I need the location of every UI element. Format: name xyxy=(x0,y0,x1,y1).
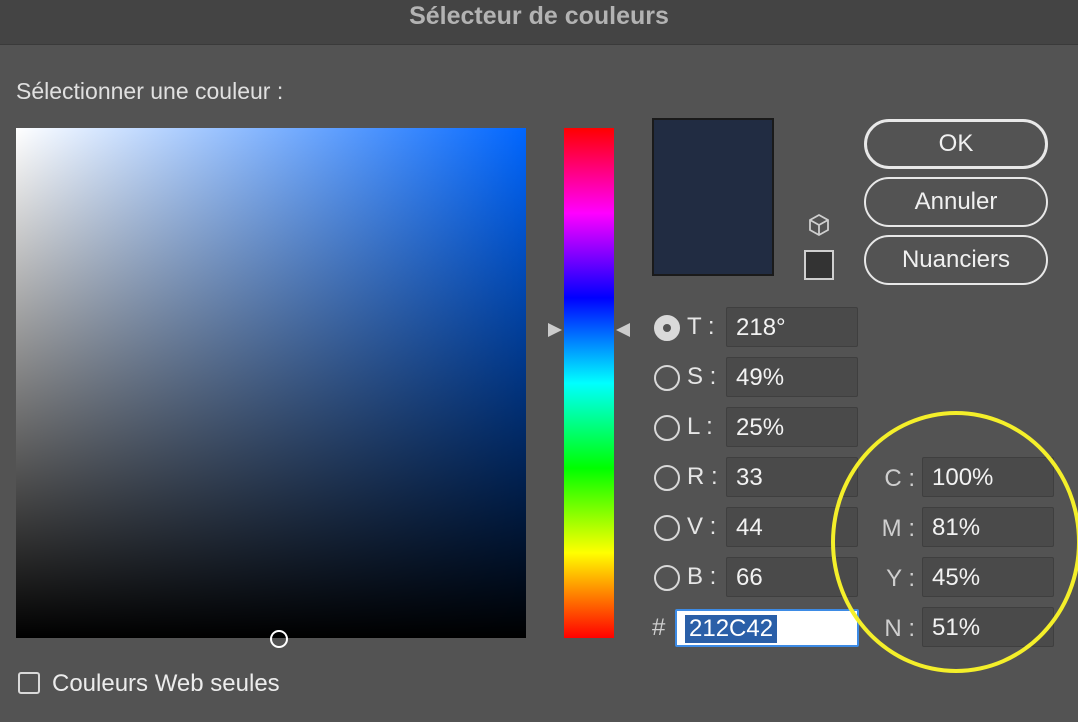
window-title: Sélecteur de couleurs xyxy=(409,2,669,30)
select-color-label: Sélectionner une couleur : xyxy=(16,78,284,104)
radio-brightness[interactable] xyxy=(654,415,680,441)
hue-field[interactable]: 218° xyxy=(726,307,858,347)
radio-green[interactable] xyxy=(654,515,680,541)
cancel-button[interactable]: Annuler xyxy=(864,177,1048,227)
saturation-field[interactable]: 49% xyxy=(726,357,858,397)
brightness-field[interactable]: 25% xyxy=(726,407,858,447)
color-field-marker[interactable] xyxy=(270,630,288,648)
title-bar: Sélecteur de couleurs xyxy=(0,0,1078,45)
radio-red[interactable] xyxy=(654,465,680,491)
ok-button[interactable]: OK xyxy=(864,119,1048,169)
red-label: R : xyxy=(687,463,718,490)
swatches-button[interactable]: Nuanciers xyxy=(864,235,1048,285)
checkbox-box[interactable] xyxy=(18,672,40,694)
web-colors-only-label: Couleurs Web seules xyxy=(52,670,280,697)
hue-label: T : xyxy=(687,313,715,340)
gamut-cube-icon[interactable] xyxy=(806,212,832,238)
hex-input[interactable]: 212C42 xyxy=(675,609,859,647)
hex-value: 212C42 xyxy=(685,615,778,643)
hue-slider[interactable] xyxy=(564,128,614,638)
green-label: V : xyxy=(687,513,717,540)
cmyk-highlight-circle xyxy=(831,411,1078,673)
color-preview xyxy=(652,118,774,276)
radio-hue[interactable] xyxy=(654,315,680,341)
red-field[interactable]: 33 xyxy=(726,457,858,497)
radio-blue[interactable] xyxy=(654,565,680,591)
brightness-label: L : xyxy=(687,413,713,440)
web-safe-swatch[interactable] xyxy=(804,250,834,280)
hue-slider-left-handle[interactable] xyxy=(548,323,562,337)
radio-saturation[interactable] xyxy=(654,365,680,391)
blue-label: B : xyxy=(687,563,717,590)
hue-slider-right-handle[interactable] xyxy=(616,323,630,337)
hex-label: # xyxy=(652,614,666,641)
saturation-label: S : xyxy=(687,363,717,390)
color-field[interactable] xyxy=(16,128,526,648)
